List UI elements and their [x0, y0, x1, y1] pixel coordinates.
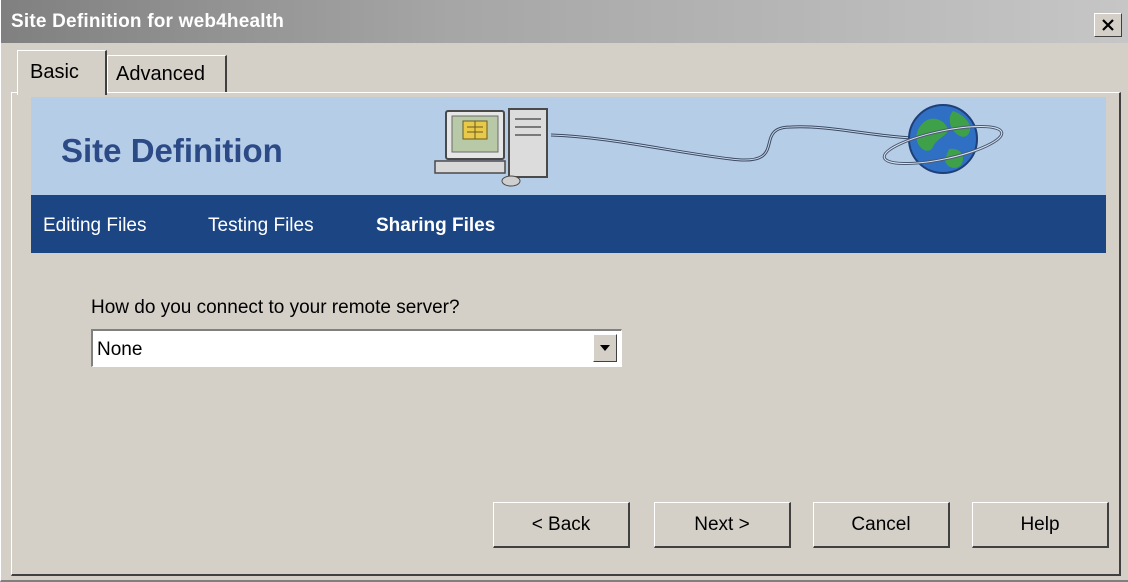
banner-art: [434, 104, 1004, 187]
banner: Site Definition: [31, 97, 1106, 195]
help-button[interactable]: Help: [972, 502, 1109, 548]
chevron-down-icon: [600, 345, 610, 351]
close-button[interactable]: [1094, 13, 1122, 37]
tab-advanced-label: Advanced: [116, 63, 205, 85]
dropdown-button[interactable]: [593, 334, 617, 362]
window-title: Site Definition for web4health: [11, 11, 285, 32]
select-value: None: [97, 339, 143, 360]
nav-sharing-files[interactable]: Sharing Files: [376, 215, 495, 237]
remote-server-question: How do you connect to your remote server…: [91, 297, 460, 318]
tab-advanced[interactable]: Advanced: [107, 55, 227, 92]
nav-testing-files[interactable]: Testing Files: [208, 215, 314, 237]
tab-basic[interactable]: Basic: [17, 50, 107, 95]
back-button[interactable]: < Back: [493, 502, 630, 548]
globe-icon: [882, 104, 1004, 174]
tab-basic-label: Basic: [30, 61, 79, 83]
computer-icon: [434, 108, 548, 187]
close-icon: [1102, 19, 1114, 31]
cancel-button[interactable]: Cancel: [813, 502, 950, 548]
wizard-nav: Editing Files Testing Files Sharing File…: [31, 195, 1106, 253]
site-definition-dialog: Site Definition for web4health Basic Adv…: [0, 0, 1128, 582]
next-button[interactable]: Next >: [654, 502, 791, 548]
title-bar[interactable]: Site Definition for web4health: [1, 0, 1128, 43]
remote-connection-select[interactable]: None: [91, 329, 622, 367]
nav-editing-files[interactable]: Editing Files: [43, 215, 147, 237]
